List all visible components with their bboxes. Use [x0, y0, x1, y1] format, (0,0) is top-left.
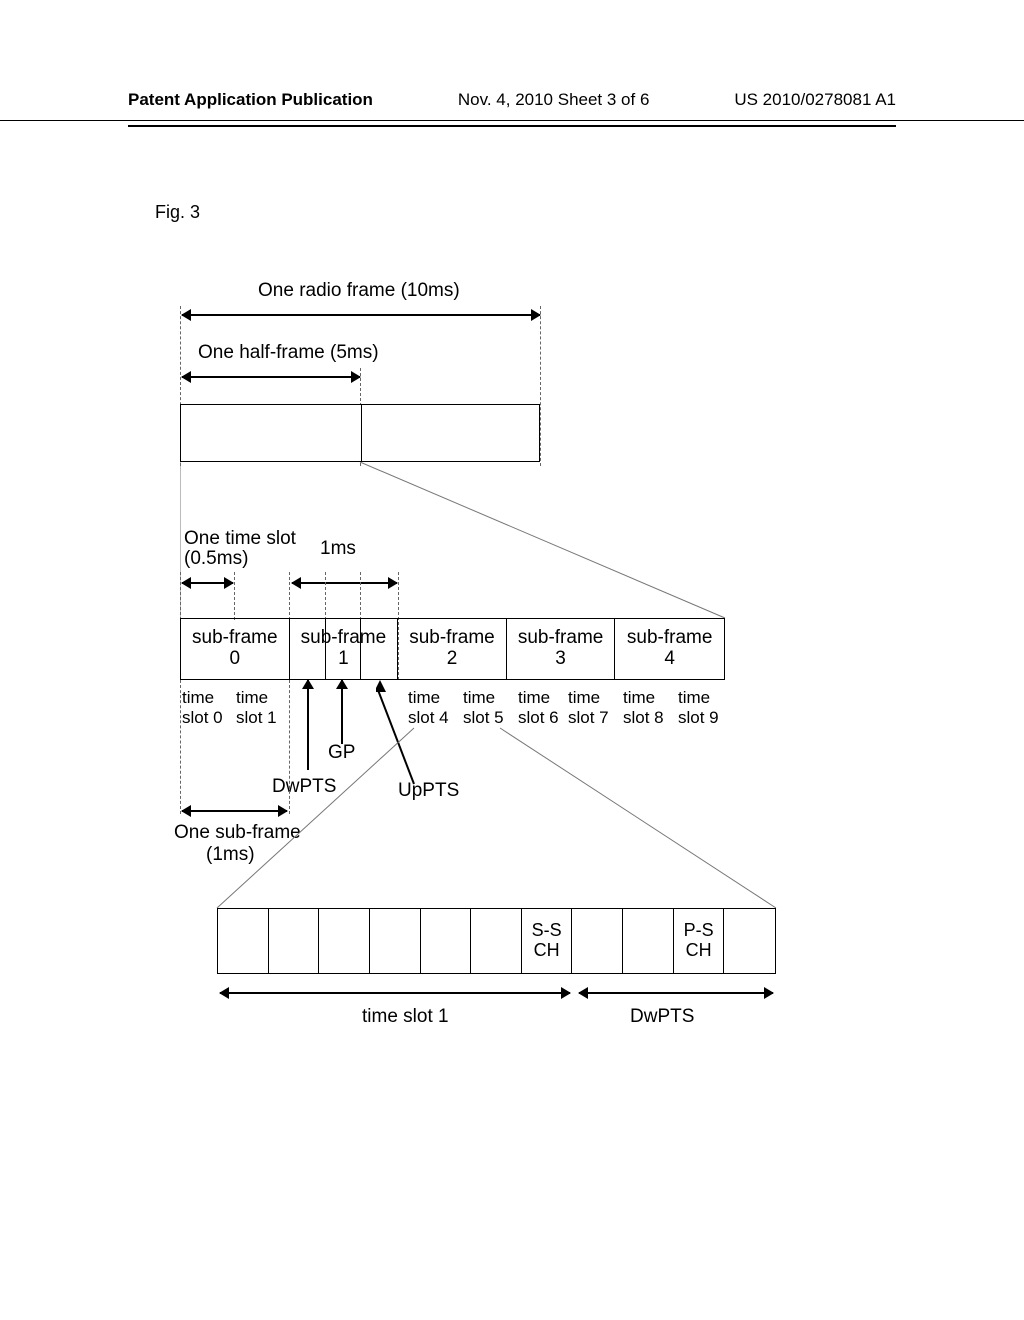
bottom-ts1-label: time slot 1 [362, 1006, 449, 1028]
header-right: US 2010/0278081 A1 [734, 90, 896, 110]
sym-3 [370, 909, 421, 973]
half-frame-arrow [182, 376, 360, 378]
half-frame-divider [361, 405, 362, 461]
ssch-cell: S-S CH [522, 909, 573, 973]
guide-sf-left [180, 572, 181, 620]
symbol-row: S-S CH P-S CH [217, 908, 776, 974]
header-left: Patent Application Publication [128, 90, 373, 110]
guide-right [540, 306, 541, 466]
radio-frame-box [180, 404, 540, 462]
subframe-row: sub-frame 0 sub-frame 1 sub-frame 2 sub-… [180, 618, 725, 680]
subframe-1: sub-frame 1 [290, 619, 399, 679]
bottom-dwpts-arrow [579, 992, 773, 994]
sym-2 [319, 909, 370, 973]
sym-10 [724, 909, 775, 973]
expansion-lines-2 [180, 680, 800, 920]
guide-sf-ts [234, 572, 235, 620]
sym-5 [471, 909, 522, 973]
sym-8 [623, 909, 674, 973]
radio-frame-label: One radio frame (10ms) [258, 280, 460, 302]
one-ms-label: 1ms [320, 538, 356, 560]
one-time-slot-dur: (0.5ms) [184, 548, 248, 570]
onems-arrow [292, 582, 397, 584]
page-header: Patent Application Publication Nov. 4, 2… [0, 0, 1024, 121]
subframe-2: sub-frame 2 [398, 619, 507, 679]
sym-7 [572, 909, 623, 973]
sym-1 [269, 909, 320, 973]
header-center: Nov. 4, 2010 Sheet 3 of 6 [458, 90, 650, 110]
bottom-dwpts-label: DwPTS [630, 1006, 694, 1028]
header-rule [128, 125, 896, 127]
figure-label: Fig. 3 [155, 202, 200, 223]
subframe-3: sub-frame 3 [507, 619, 616, 679]
radio-frame-arrow [182, 314, 540, 316]
psch-cell: P-S CH [674, 909, 725, 973]
halfms-arrow [182, 582, 233, 584]
bottom-ts1-arrow [220, 992, 570, 994]
sym-0 [218, 909, 269, 973]
sym-4 [421, 909, 472, 973]
half-frame-label: One half-frame (5ms) [198, 342, 379, 364]
sf1-div1 [325, 618, 326, 680]
subframe-4: sub-frame 4 [615, 619, 724, 679]
sf1-div2 [360, 618, 361, 680]
subframe-0: sub-frame 0 [181, 619, 290, 679]
one-time-slot-label: One time slot [184, 528, 296, 550]
